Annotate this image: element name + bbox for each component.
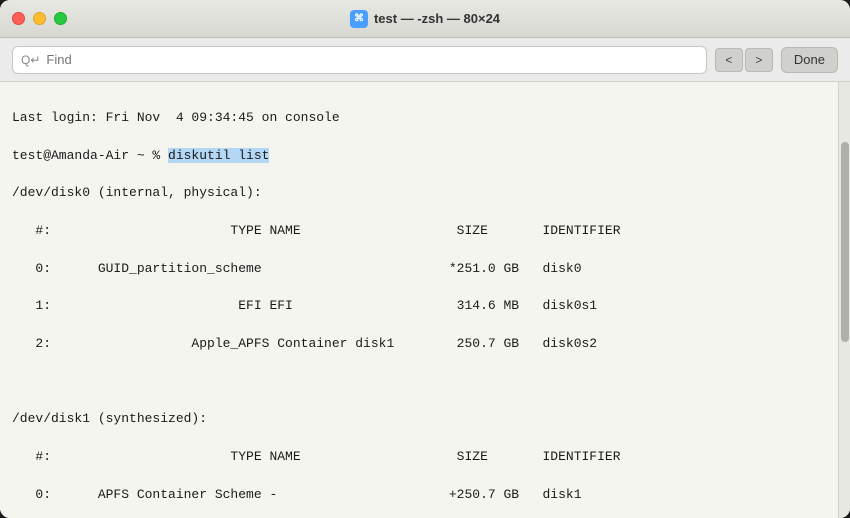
maximize-button[interactable] <box>54 12 67 25</box>
line-11: 0: APFS Container Scheme - +250.7 GB dis… <box>12 486 826 505</box>
terminal-icon: ⌘ <box>350 10 368 28</box>
scrollbar-thumb[interactable] <box>841 142 849 342</box>
traffic-lights <box>12 12 67 25</box>
window-title: ⌘ test — -zsh — 80×24 <box>350 10 500 28</box>
line-2: test@Amanda-Air ~ % diskutil list <box>12 147 826 166</box>
line-1: Last login: Fri Nov 4 09:34:45 on consol… <box>12 109 826 128</box>
close-button[interactable] <box>12 12 25 25</box>
done-button[interactable]: Done <box>781 47 838 73</box>
search-wrapper[interactable]: Q↵ <box>12 46 707 74</box>
nav-buttons: < > <box>715 48 773 72</box>
terminal-content: Last login: Fri Nov 4 09:34:45 on consol… <box>0 82 850 518</box>
search-icon: Q↵ <box>21 53 40 67</box>
line-9: /dev/disk1 (synthesized): <box>12 410 826 429</box>
line-4: #: TYPE NAME SIZE IDENTIFIER <box>12 222 826 241</box>
line-3: /dev/disk0 (internal, physical): <box>12 184 826 203</box>
nav-prev-button[interactable]: < <box>715 48 743 72</box>
titlebar: ⌘ test — -zsh — 80×24 <box>0 0 850 38</box>
line-7: 2: Apple_APFS Container disk1 250.7 GB d… <box>12 335 826 354</box>
line-5: 0: GUID_partition_scheme *251.0 GB disk0 <box>12 260 826 279</box>
terminal-window: ⌘ test — -zsh — 80×24 Q↵ < > Done Last l… <box>0 0 850 518</box>
line-10: #: TYPE NAME SIZE IDENTIFIER <box>12 448 826 467</box>
minimize-button[interactable] <box>33 12 46 25</box>
line-8 <box>12 373 826 392</box>
nav-next-button[interactable]: > <box>745 48 773 72</box>
terminal-output[interactable]: Last login: Fri Nov 4 09:34:45 on consol… <box>0 82 838 518</box>
scrollbar[interactable] <box>838 82 850 518</box>
line-6: 1: EFI EFI 314.6 MB disk0s1 <box>12 297 826 316</box>
searchbar: Q↵ < > Done <box>0 38 850 82</box>
search-input[interactable] <box>46 52 698 67</box>
